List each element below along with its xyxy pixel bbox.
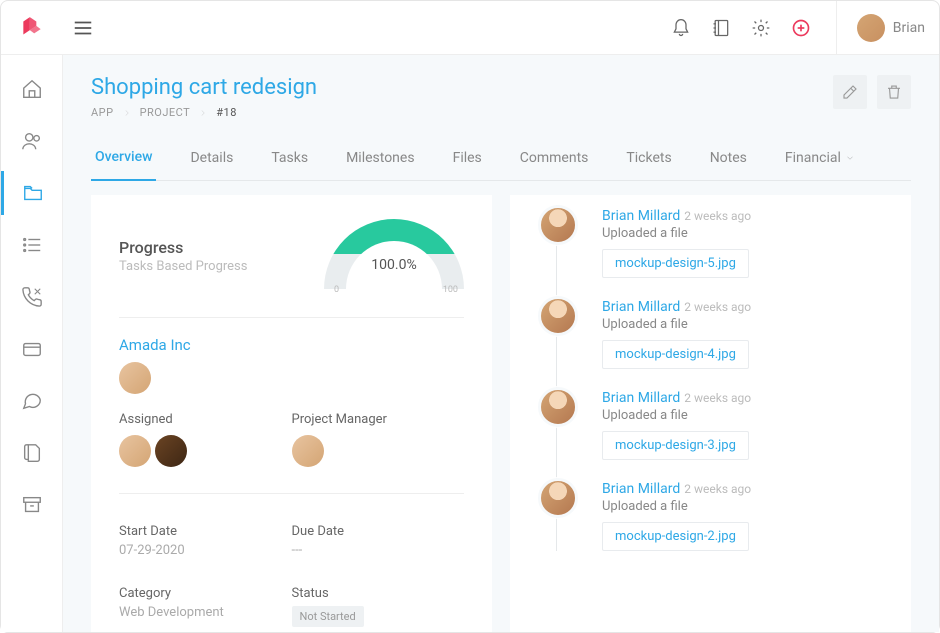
crumb-app[interactable]: APP [91,106,114,119]
notifications-icon[interactable] [670,17,692,39]
menu-toggle[interactable] [63,17,103,39]
settings-icon[interactable] [750,17,772,39]
start-date-label: Start Date [119,524,292,539]
delete-button[interactable] [877,75,911,109]
activity-user[interactable]: Brian Millard [602,208,680,224]
assigned-label: Assigned [119,412,292,427]
activity-avatar[interactable] [538,387,578,427]
sidebar-home[interactable] [1,67,63,111]
tab-comments[interactable]: Comments [516,149,593,180]
category-label: Category [119,586,292,601]
tab-details[interactable]: Details [186,149,237,180]
activity-file-chip[interactable]: mockup-design-2.jpg [602,522,749,551]
due-date-label: Due Date [292,524,465,539]
activity-description: Uploaded a file [602,499,751,514]
sidebar-messages[interactable] [1,379,63,423]
activity-time: 2 weeks ago [684,209,751,223]
category-value: Web Development [119,605,292,620]
sidebar-users[interactable] [1,119,63,163]
user-menu[interactable]: Brian [836,1,925,55]
activity-file-chip[interactable]: mockup-design-4.jpg [602,340,749,369]
progress-gauge: 100.0% 0 100 [324,219,464,293]
edit-button[interactable] [833,75,867,109]
client-avatar [119,362,151,394]
progress-value: 100.0% [324,257,464,273]
client-name[interactable]: Amada Inc [119,336,464,354]
user-avatar [857,14,885,42]
activity-avatar[interactable] [538,205,578,245]
pm-avatar[interactable] [292,435,324,467]
activity-time: 2 weeks ago [684,300,751,314]
tab-files[interactable]: Files [449,149,486,180]
activity-user[interactable]: Brian Millard [602,481,680,497]
status-chip: Not Started [292,606,364,627]
tab-notes[interactable]: Notes [706,149,751,180]
sidebar-archive[interactable] [1,483,63,527]
activity-item: Brian Millard 2 weeks ago Uploaded a file m… [570,296,883,369]
activity-card: Brian Millard 2 weeks ago Uploaded a file m… [510,195,911,632]
sidebar-calls[interactable] [1,275,63,319]
progress-heading: Progress [119,238,247,257]
activity-avatar[interactable] [538,296,578,336]
tab-overview[interactable]: Overview [91,149,156,181]
activity-item: Brian Millard 2 weeks ago Uploaded a file m… [570,205,883,278]
tab-financial[interactable]: Financial [781,149,859,180]
sidebar-tasks[interactable] [1,223,63,267]
activity-file-chip[interactable]: mockup-design-3.jpg [602,431,749,460]
activity-time: 2 weeks ago [684,391,751,405]
activity-description: Uploaded a file [602,317,751,332]
start-date-value: 07-29-2020 [119,543,292,558]
due-date-value: --- [292,543,465,558]
activity-description: Uploaded a file [602,408,751,423]
assignee-avatar[interactable] [119,435,151,467]
overview-card: Progress Tasks Based Progress 100.0% 0 1… [91,195,492,632]
assignee-avatar[interactable] [155,435,187,467]
breadcrumb: APP PROJECT #18 [91,106,317,119]
activity-user[interactable]: Brian Millard [602,299,680,315]
activity-item: Brian Millard 2 weeks ago Uploaded a file m… [570,387,883,460]
sidebar-projects[interactable] [1,171,63,215]
add-icon[interactable] [790,17,812,39]
activity-avatar[interactable] [538,478,578,518]
notebook-icon[interactable] [710,17,732,39]
crumb-id: #18 [216,106,237,119]
progress-subheading: Tasks Based Progress [119,259,247,274]
activity-description: Uploaded a file [602,226,751,241]
pm-label: Project Manager [292,412,465,427]
activity-user[interactable]: Brian Millard [602,390,680,406]
tab-tickets[interactable]: Tickets [622,149,675,180]
activity-file-chip[interactable]: mockup-design-5.jpg [602,249,749,278]
tab-tasks[interactable]: Tasks [267,149,312,180]
crumb-project[interactable]: PROJECT [140,106,191,119]
sidebar-files[interactable] [1,431,63,475]
activity-time: 2 weeks ago [684,482,751,496]
user-name: Brian [893,20,925,36]
page-title: Shopping cart redesign [91,75,317,100]
activity-item: Brian Millard 2 weeks ago Uploaded a file m… [570,478,883,551]
tab-milestones[interactable]: Milestones [342,149,419,180]
status-label: Status [292,586,465,601]
sidebar-billing[interactable] [1,327,63,371]
app-logo[interactable] [1,15,63,41]
